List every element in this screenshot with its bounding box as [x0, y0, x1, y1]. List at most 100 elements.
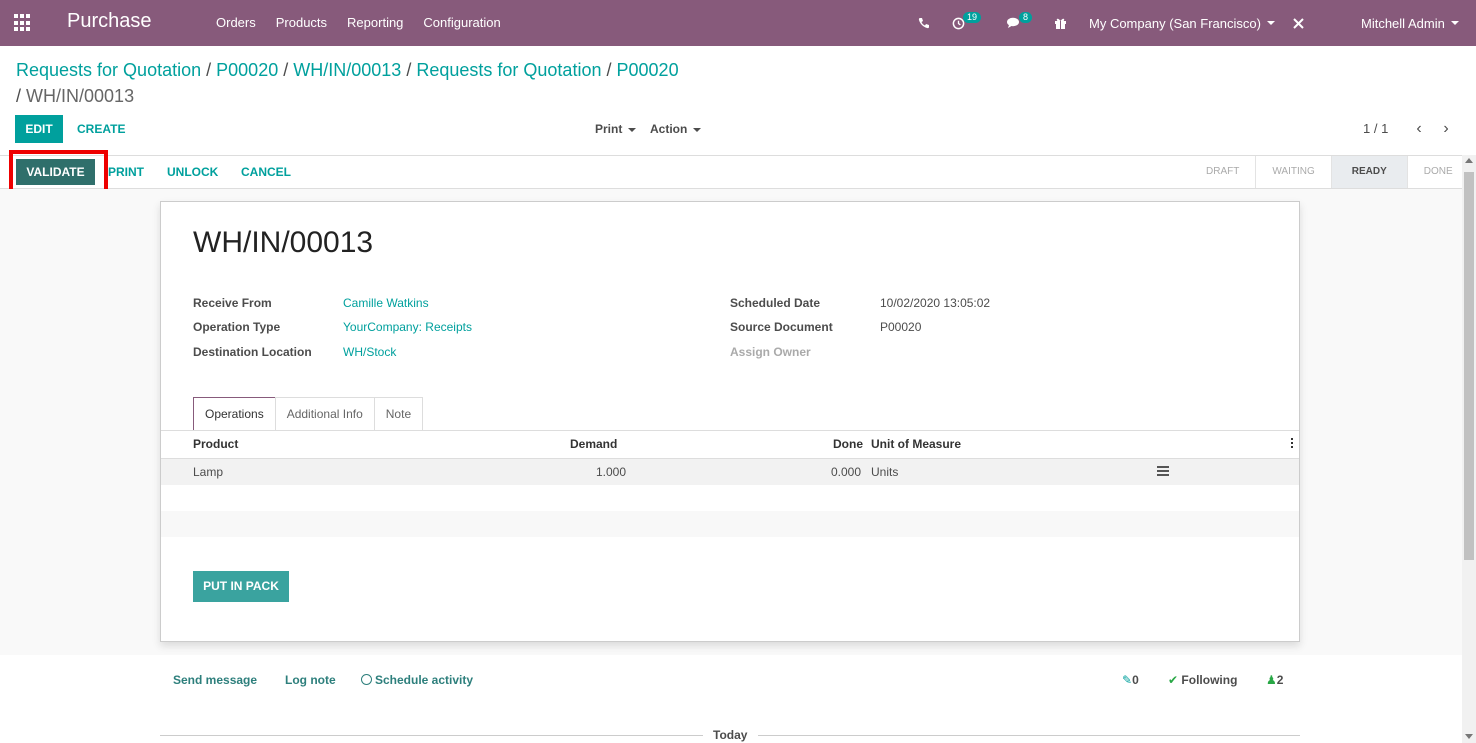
breadcrumb: Requests for Quotation / P00020 / WH/IN/… — [16, 57, 776, 109]
chevron-down-icon — [628, 127, 637, 132]
unlock-button[interactable]: UNLOCK — [167, 159, 218, 185]
company-name: My Company (San Francisco) — [1089, 15, 1261, 31]
print-dropdown-label: Print — [595, 122, 623, 136]
optional-columns-icon[interactable] — [1291, 438, 1294, 450]
chevron-down-icon — [1266, 21, 1275, 25]
column-header-done[interactable]: Done — [833, 437, 863, 451]
user-name: Mitchell Admin — [1361, 15, 1445, 31]
pager-value[interactable]: 1 / 1 — [1363, 115, 1388, 143]
cell-demand[interactable]: 1.000 — [596, 465, 626, 479]
followers-count: 2 — [1276, 673, 1284, 687]
operation-type-label: Operation Type — [193, 320, 281, 334]
schedule-activity-button[interactable]: Schedule activity — [361, 673, 473, 687]
breadcrumb-separator: / — [406, 60, 412, 80]
menu-item-configuration[interactable]: Configuration — [423, 15, 500, 30]
stage-done[interactable]: DONE — [1406, 156, 1469, 188]
source-document-label: Source Document — [730, 320, 833, 334]
top-navbar: Purchase Orders Products Reporting Confi… — [0, 0, 1476, 46]
app-name[interactable]: Purchase — [67, 10, 152, 33]
send-message-button[interactable]: Send message — [173, 673, 257, 687]
paperclip-icon: ✎ — [1122, 673, 1133, 687]
action-dropdown[interactable]: Action — [650, 115, 702, 143]
scrollbar-thumb[interactable] — [1464, 172, 1474, 560]
print-button[interactable]: PRINT — [108, 159, 144, 185]
attachments-count: 0 — [1132, 673, 1139, 687]
check-icon: ✔ — [1168, 673, 1179, 687]
message-count-badge: 8 — [1019, 11, 1033, 23]
receive-from-label: Receive From — [193, 296, 272, 310]
edit-button[interactable]: EDIT — [15, 115, 63, 143]
breadcrumb-separator: / — [206, 60, 212, 80]
operation-type-value[interactable]: YourCompany: Receipts — [343, 320, 472, 334]
scroll-down-icon[interactable] — [1465, 734, 1473, 739]
following-label: Following — [1181, 673, 1238, 687]
assign-owner-label: Assign Owner — [730, 345, 811, 359]
user-icon: ♟ — [1266, 673, 1277, 687]
cell-product[interactable]: Lamp — [193, 465, 223, 479]
gift-icon[interactable] — [1054, 0, 1067, 46]
user-menu[interactable]: Mitchell Admin — [1361, 0, 1459, 46]
breadcrumb-current: WH/IN/00013 — [26, 86, 135, 106]
destination-location-value[interactable]: WH/Stock — [343, 345, 396, 359]
breadcrumb-item[interactable]: WH/IN/00013 — [293, 60, 401, 80]
today-divider-left — [160, 735, 703, 736]
breadcrumb-item[interactable]: Requests for Quotation — [416, 60, 601, 80]
pager-previous-icon[interactable]: ‹ — [1412, 115, 1426, 143]
tab-note[interactable]: Note — [373, 397, 424, 430]
detailed-operations-icon[interactable] — [1157, 466, 1169, 476]
breadcrumb-separator: / — [606, 60, 612, 80]
company-switcher[interactable]: My Company (San Francisco) — [1089, 0, 1275, 46]
messaging-indicator[interactable]: 8 — [1006, 0, 1033, 46]
stage-draft[interactable]: DRAFT — [1190, 156, 1255, 188]
column-header-demand[interactable]: Demand — [570, 437, 617, 451]
action-dropdown-label: Action — [650, 122, 688, 136]
phone-icon[interactable] — [918, 0, 930, 46]
column-header-uom[interactable]: Unit of Measure — [871, 437, 961, 451]
stage-ready[interactable]: READY — [1330, 156, 1407, 188]
menu-item-reporting[interactable]: Reporting — [347, 15, 403, 30]
stage-pipeline: DRAFT WAITING READY DONE — [1190, 156, 1469, 188]
table-empty-row — [161, 511, 1299, 537]
breadcrumb-item[interactable]: Requests for Quotation — [16, 60, 201, 80]
activity-count-badge: 19 — [963, 11, 982, 23]
tab-additional-info[interactable]: Additional Info — [274, 397, 375, 430]
breadcrumb-item[interactable]: P00020 — [617, 60, 679, 80]
notebook-tabs: Operations Additional Info Note — [193, 397, 424, 430]
source-document-value: P00020 — [880, 320, 922, 334]
scheduled-date-label: Scheduled Date — [730, 296, 821, 310]
cell-uom[interactable]: Units — [871, 465, 898, 479]
print-dropdown[interactable]: Print — [595, 115, 637, 143]
receive-from-value[interactable]: Camille Watkins — [343, 296, 429, 310]
today-divider-right — [758, 735, 1300, 736]
scroll-up-icon[interactable] — [1465, 158, 1473, 163]
scheduled-date-value: 10/02/2020 13:05:02 — [880, 296, 991, 310]
tab-divider — [161, 430, 1299, 431]
stage-waiting[interactable]: WAITING — [1255, 156, 1330, 188]
create-button[interactable]: CREATE — [77, 115, 125, 143]
attachments-button[interactable]: ✎0 — [1122, 673, 1139, 687]
breadcrumb-item[interactable]: P00020 — [216, 60, 278, 80]
apps-menu-icon[interactable] — [14, 14, 32, 32]
record-title: WH/IN/00013 — [193, 226, 374, 259]
log-note-button[interactable]: Log note — [285, 673, 336, 687]
following-button[interactable]: ✔ Following — [1168, 673, 1237, 687]
cancel-button[interactable]: CANCEL — [241, 159, 291, 185]
pager-next-icon[interactable]: › — [1439, 115, 1453, 143]
destination-location-label: Destination Location — [193, 345, 312, 359]
schedule-activity-label: Schedule activity — [375, 673, 474, 687]
breadcrumb-separator: / — [283, 60, 289, 80]
today-label: Today — [713, 728, 748, 742]
top-menu: Orders Products Reporting Configuration — [216, 15, 501, 30]
tab-operations[interactable]: Operations — [193, 397, 276, 430]
breadcrumb-separator: / — [16, 86, 22, 106]
menu-item-orders[interactable]: Orders — [216, 15, 256, 30]
put-in-pack-button[interactable]: PUT IN PACK — [193, 571, 289, 602]
followers-button[interactable]: ♟2 — [1266, 673, 1283, 687]
debug-tools-icon[interactable] — [1292, 0, 1305, 46]
activity-indicator[interactable]: 19 — [952, 0, 982, 46]
column-header-product[interactable]: Product — [193, 437, 238, 451]
clock-icon — [361, 674, 372, 685]
cell-done[interactable]: 0.000 — [831, 465, 861, 479]
menu-item-products[interactable]: Products — [276, 15, 327, 30]
table-row[interactable] — [161, 459, 1299, 485]
